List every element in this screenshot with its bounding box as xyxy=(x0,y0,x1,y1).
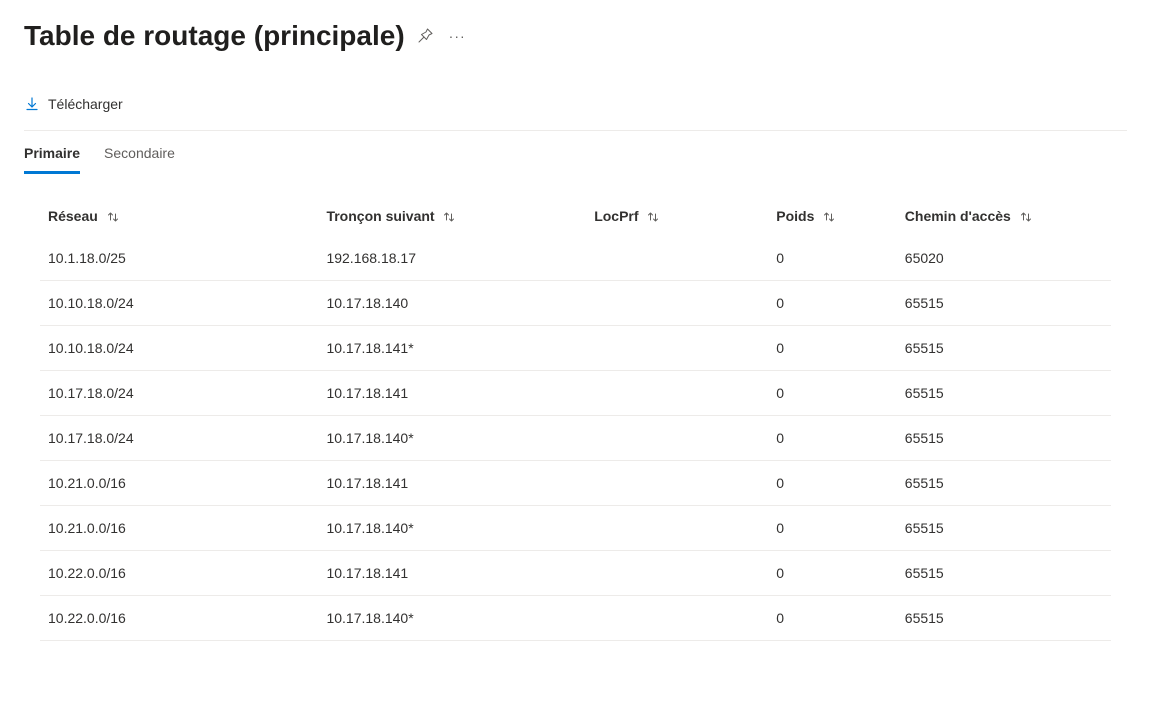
table-row[interactable]: 10.22.0.0/1610.17.18.141 065515 xyxy=(40,551,1111,596)
cell-network: 10.17.18.0/24 xyxy=(40,416,318,461)
cell-weight: 0 xyxy=(768,236,897,281)
table-row[interactable]: 10.10.18.0/2410.17.18.140 065515 xyxy=(40,281,1111,326)
tabs: Primaire Secondaire xyxy=(24,131,1127,174)
cell-path: 65515 xyxy=(897,371,1111,416)
column-header-locprf[interactable]: LocPrf xyxy=(586,198,768,236)
cell-network: 10.10.18.0/24 xyxy=(40,326,318,371)
sort-icon xyxy=(646,210,660,224)
cell-weight: 0 xyxy=(768,326,897,371)
cell-weight: 0 xyxy=(768,551,897,596)
page-title: Table de routage (principale) xyxy=(24,20,405,52)
routing-table: Réseau Tronçon suivant xyxy=(40,198,1111,641)
cell-weight: 0 xyxy=(768,596,897,641)
cell-locprf xyxy=(586,371,768,416)
cell-network: 10.17.18.0/24 xyxy=(40,371,318,416)
column-header-path[interactable]: Chemin d'accès xyxy=(897,198,1111,236)
cell-path: 65515 xyxy=(897,326,1111,371)
table-row[interactable]: 10.21.0.0/1610.17.18.141 065515 xyxy=(40,461,1111,506)
column-label: Réseau xyxy=(48,208,98,224)
table-row[interactable]: 10.22.0.0/1610.17.18.140* 065515 xyxy=(40,596,1111,641)
page-header: Table de routage (principale) ··· xyxy=(24,20,1127,52)
sort-icon xyxy=(1019,210,1033,224)
cell-path: 65515 xyxy=(897,416,1111,461)
column-label: Poids xyxy=(776,208,814,224)
table-row[interactable]: 10.1.18.0/25192.168.18.17 065020 xyxy=(40,236,1111,281)
sort-icon xyxy=(822,210,836,224)
cell-locprf xyxy=(586,416,768,461)
cell-network: 10.22.0.0/16 xyxy=(40,596,318,641)
cell-weight: 0 xyxy=(768,371,897,416)
pin-icon[interactable] xyxy=(417,28,433,44)
sort-icon xyxy=(106,210,120,224)
cell-locprf xyxy=(586,551,768,596)
download-icon xyxy=(24,96,40,112)
cell-locprf xyxy=(586,281,768,326)
column-header-network[interactable]: Réseau xyxy=(40,198,318,236)
cell-network: 10.10.18.0/24 xyxy=(40,281,318,326)
cell-path: 65515 xyxy=(897,281,1111,326)
column-label: Chemin d'accès xyxy=(905,208,1011,224)
cell-network: 10.1.18.0/25 xyxy=(40,236,318,281)
cell-nexthop: 10.17.18.140* xyxy=(318,416,586,461)
cell-nexthop: 10.17.18.141 xyxy=(318,371,586,416)
table-row[interactable]: 10.21.0.0/1610.17.18.140* 065515 xyxy=(40,506,1111,551)
cell-locprf xyxy=(586,236,768,281)
cell-path: 65515 xyxy=(897,506,1111,551)
cell-path: 65515 xyxy=(897,461,1111,506)
cell-nexthop: 192.168.18.17 xyxy=(318,236,586,281)
cell-locprf xyxy=(586,506,768,551)
download-button[interactable]: Télécharger xyxy=(24,92,123,116)
cell-network: 10.22.0.0/16 xyxy=(40,551,318,596)
toolbar: Télécharger xyxy=(24,84,1127,131)
table-container: Réseau Tronçon suivant xyxy=(24,198,1127,641)
column-header-nexthop[interactable]: Tronçon suivant xyxy=(318,198,586,236)
cell-path: 65020 xyxy=(897,236,1111,281)
table-header-row: Réseau Tronçon suivant xyxy=(40,198,1111,236)
column-header-weight[interactable]: Poids xyxy=(768,198,897,236)
download-label: Télécharger xyxy=(48,96,123,112)
cell-weight: 0 xyxy=(768,416,897,461)
cell-nexthop: 10.17.18.141 xyxy=(318,551,586,596)
more-icon[interactable]: ··· xyxy=(449,28,466,44)
cell-nexthop: 10.17.18.140 xyxy=(318,281,586,326)
column-label: Tronçon suivant xyxy=(326,208,434,224)
sort-icon xyxy=(442,210,456,224)
cell-nexthop: 10.17.18.140* xyxy=(318,506,586,551)
cell-path: 65515 xyxy=(897,596,1111,641)
table-row[interactable]: 10.17.18.0/2410.17.18.140* 065515 xyxy=(40,416,1111,461)
cell-nexthop: 10.17.18.141 xyxy=(318,461,586,506)
cell-network: 10.21.0.0/16 xyxy=(40,461,318,506)
cell-locprf xyxy=(586,596,768,641)
tab-primary[interactable]: Primaire xyxy=(24,141,80,174)
table-row[interactable]: 10.10.18.0/2410.17.18.141* 065515 xyxy=(40,326,1111,371)
cell-weight: 0 xyxy=(768,281,897,326)
cell-nexthop: 10.17.18.141* xyxy=(318,326,586,371)
column-label: LocPrf xyxy=(594,208,638,224)
cell-weight: 0 xyxy=(768,506,897,551)
table-body: 10.1.18.0/25192.168.18.1706502010.10.18.… xyxy=(40,236,1111,641)
cell-locprf xyxy=(586,461,768,506)
cell-nexthop: 10.17.18.140* xyxy=(318,596,586,641)
cell-network: 10.21.0.0/16 xyxy=(40,506,318,551)
table-row[interactable]: 10.17.18.0/2410.17.18.141 065515 xyxy=(40,371,1111,416)
tab-secondary[interactable]: Secondaire xyxy=(104,141,175,174)
cell-weight: 0 xyxy=(768,461,897,506)
cell-locprf xyxy=(586,326,768,371)
cell-path: 65515 xyxy=(897,551,1111,596)
